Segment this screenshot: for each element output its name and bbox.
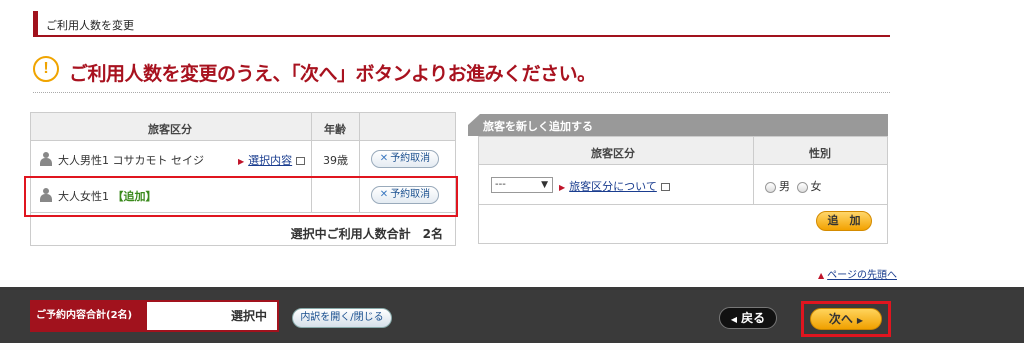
section-title: ご利用人数を変更 [46,19,134,32]
notice-message: ご利用人数を変更のうえ、「次へ」ボタンよりお進みください。 [69,63,596,85]
column-header-category: 旅客区分 [591,147,635,160]
add-passenger-table: 旅客区分 性別 --- ▼ ▶ 旅客区分について 男 女 追 加 [478,136,888,244]
page: ご利用人数を変更 ! ご利用人数を変更のうえ、「次へ」ボタンよりお進みください。… [0,0,1024,343]
cancel-label: 予約取消 [390,153,431,164]
column-header-gender: 性別 [809,147,831,160]
next-button[interactable]: 次へ ▶ [810,308,882,330]
radio-male[interactable] [765,181,776,193]
reservation-total-value: 選択中 [147,300,279,332]
arrow-up-icon: ▲ [818,271,825,280]
select-value: --- [495,179,506,190]
add-passenger-tab: 旅客を新しく追加する [468,114,888,136]
toggle-details-button[interactable]: 内訳を開く/閉じる [292,308,392,328]
new-window-icon [296,157,306,165]
divider [33,92,890,93]
label-female: 女 [810,180,822,193]
passenger-name: 大人男性1 コサカモト セイジ [58,154,204,167]
arrow-icon: ▶ [559,183,566,192]
gender-radios: 男 女 [765,178,822,194]
footer-bar: ご予約内容合計(2名) 選択中 内訳を開く/閉じる ◀ 戻る 次へ ▶ [0,287,1024,343]
passenger-table-header: 旅客区分 年齢 [31,113,455,141]
add-passenger-row: --- ▼ ▶ 旅客区分について 男 女 [479,165,887,205]
passenger-age: 39歳 [323,154,348,167]
arrow-icon: ▶ [238,157,245,166]
page-top-label: ページの先頭へ [827,270,897,281]
add-passenger-button[interactable]: 追 加 [816,211,872,231]
next-highlight: 次へ ▶ [801,301,891,337]
selection-details-label: 選択内容 [248,154,293,167]
radio-female[interactable] [796,181,808,193]
passenger-category-select[interactable]: --- ▼ [491,177,553,193]
reservation-total-label: ご予約内容合計(2名) [30,300,147,332]
new-window-icon [660,183,670,191]
notice: ! ご利用人数を変更のうえ、「次へ」ボタンよりお進みください。 [33,52,890,92]
section-header: ご利用人数を変更 [33,11,890,37]
dropdown-arrow-icon: ▼ [541,180,548,190]
arrow-right-icon: ▶ [856,316,864,325]
highlight-box [24,176,458,217]
table-row: 大人男性1 コサカモト セイジ ▶ 選択内容 39歳 ✕ 予約取消 [31,141,455,177]
selection-details-link[interactable]: ▶ 選択内容 [238,152,306,168]
page-top-link[interactable]: ▲ ページの先頭へ [818,266,897,281]
add-passenger-header: 旅客区分 性別 [479,137,887,165]
exclamation-icon: ! [33,56,59,82]
section-accent-bar [33,11,38,35]
back-label: 戻る [741,311,766,325]
selected-count-summary: 選択中ご利用人数合計 2名 [290,227,443,241]
label-male: 男 [779,180,790,193]
add-passenger-title: 旅客を新しく追加する [483,120,593,133]
arrow-left-icon: ◀ [730,315,738,324]
cancel-reservation-button[interactable]: ✕ 予約取消 [371,150,439,168]
next-label: 次へ [828,312,853,326]
back-button[interactable]: ◀ 戻る [719,307,777,329]
person-icon [40,152,52,166]
close-icon: ✕ [379,153,389,164]
section-underline [33,35,890,37]
column-header-category: 旅客区分 [148,123,192,136]
category-info-label: 旅客区分について [569,180,657,193]
column-header-age: 年齢 [324,123,346,136]
category-info-link[interactable]: ▶ 旅客区分について [559,178,670,194]
